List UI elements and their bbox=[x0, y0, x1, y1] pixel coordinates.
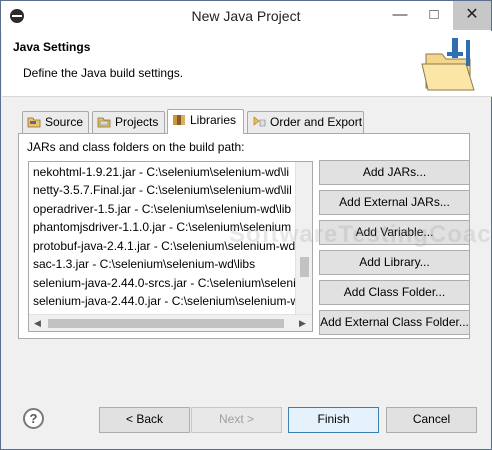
tab-order-and-export-label: Order and Export bbox=[270, 115, 363, 129]
wizard-header: Java Settings Define the Java build sett… bbox=[2, 31, 492, 97]
add-external-jars-button[interactable]: Add External JARs... bbox=[319, 190, 470, 215]
list-item[interactable]: protobuf-java-2.4.1.jar - C:\selenium\se… bbox=[33, 237, 295, 255]
list-item[interactable]: operadriver-1.5.jar - C:\selenium\seleni… bbox=[33, 200, 295, 218]
add-jars-button[interactable]: Add JARs... bbox=[319, 160, 470, 185]
close-button[interactable]: ✕ bbox=[453, 1, 491, 30]
help-icon[interactable]: ? bbox=[23, 408, 44, 429]
list-item[interactable]: phantomjsdriver-1.1.0.jar - C:\selenium\… bbox=[33, 218, 295, 236]
horizontal-scroll-thumb[interactable] bbox=[48, 319, 284, 328]
list-item[interactable]: selenium-java-2.44.0-srcs.jar - C:\selen… bbox=[33, 274, 295, 292]
horizontal-scrollbar[interactable]: ◀ ▶ bbox=[29, 314, 312, 331]
tab-projects[interactable]: Projects bbox=[92, 111, 165, 133]
source-folder-icon bbox=[27, 117, 41, 128]
cancel-button[interactable]: Cancel bbox=[386, 407, 477, 433]
list-item[interactable]: sac-1.3.jar - C:\selenium\selenium-wd\li… bbox=[33, 255, 295, 273]
tab-libraries-label: Libraries bbox=[190, 113, 237, 127]
libraries-icon bbox=[173, 115, 185, 125]
title-bar[interactable]: New Java Project — □ ✕ bbox=[1, 1, 491, 31]
new-java-project-wizard-icon bbox=[421, 38, 475, 91]
page-title: Java Settings bbox=[13, 40, 91, 54]
add-variable-button[interactable]: Add Variable... bbox=[319, 220, 470, 245]
list-item[interactable]: netty-3.5.7.Final.jar - C:\selenium\sele… bbox=[33, 181, 295, 199]
tab-folder: Source Projects Libraries Order and Expo… bbox=[18, 109, 470, 339]
list-item[interactable]: selenium-java-2.44.0.jar - C:\selenium\s… bbox=[33, 292, 295, 310]
build-path-list[interactable]: nekohtml-1.9.21.jar - C:\selenium\seleni… bbox=[28, 161, 313, 332]
vertical-scroll-thumb[interactable] bbox=[300, 257, 309, 277]
back-button[interactable]: < Back bbox=[99, 407, 190, 433]
tab-order-and-export[interactable]: Order and Export bbox=[247, 111, 364, 133]
page-description: Define the Java build settings. bbox=[23, 66, 184, 80]
scroll-left-icon[interactable]: ◀ bbox=[29, 318, 46, 329]
add-library-button[interactable]: Add Library... bbox=[319, 250, 470, 275]
tab-source-label: Source bbox=[45, 115, 84, 129]
finish-button[interactable]: Finish bbox=[288, 407, 379, 433]
libraries-tab-content: JARs and class folders on the build path… bbox=[18, 133, 470, 339]
order-export-icon bbox=[253, 116, 266, 127]
add-external-class-folder-button[interactable]: Add External Class Folder... bbox=[319, 310, 470, 335]
next-button[interactable]: Next > bbox=[191, 407, 282, 433]
build-path-label: JARs and class folders on the build path… bbox=[27, 140, 245, 154]
scroll-right-icon[interactable]: ▶ bbox=[294, 318, 311, 329]
tab-projects-label: Projects bbox=[115, 115, 159, 129]
tab-source[interactable]: Source bbox=[22, 111, 89, 133]
list-item[interactable]: nekohtml-1.9.21.jar - C:\selenium\seleni… bbox=[33, 163, 295, 181]
add-class-folder-button[interactable]: Add Class Folder... bbox=[319, 280, 470, 305]
dialog-window: New Java Project — □ ✕ Java Settings Def… bbox=[0, 0, 492, 450]
vertical-scrollbar[interactable] bbox=[295, 162, 312, 314]
minimize-button[interactable]: — bbox=[383, 1, 417, 30]
projects-folder-icon bbox=[97, 117, 111, 128]
tab-libraries[interactable]: Libraries bbox=[167, 109, 244, 134]
maximize-button[interactable]: □ bbox=[417, 1, 451, 30]
